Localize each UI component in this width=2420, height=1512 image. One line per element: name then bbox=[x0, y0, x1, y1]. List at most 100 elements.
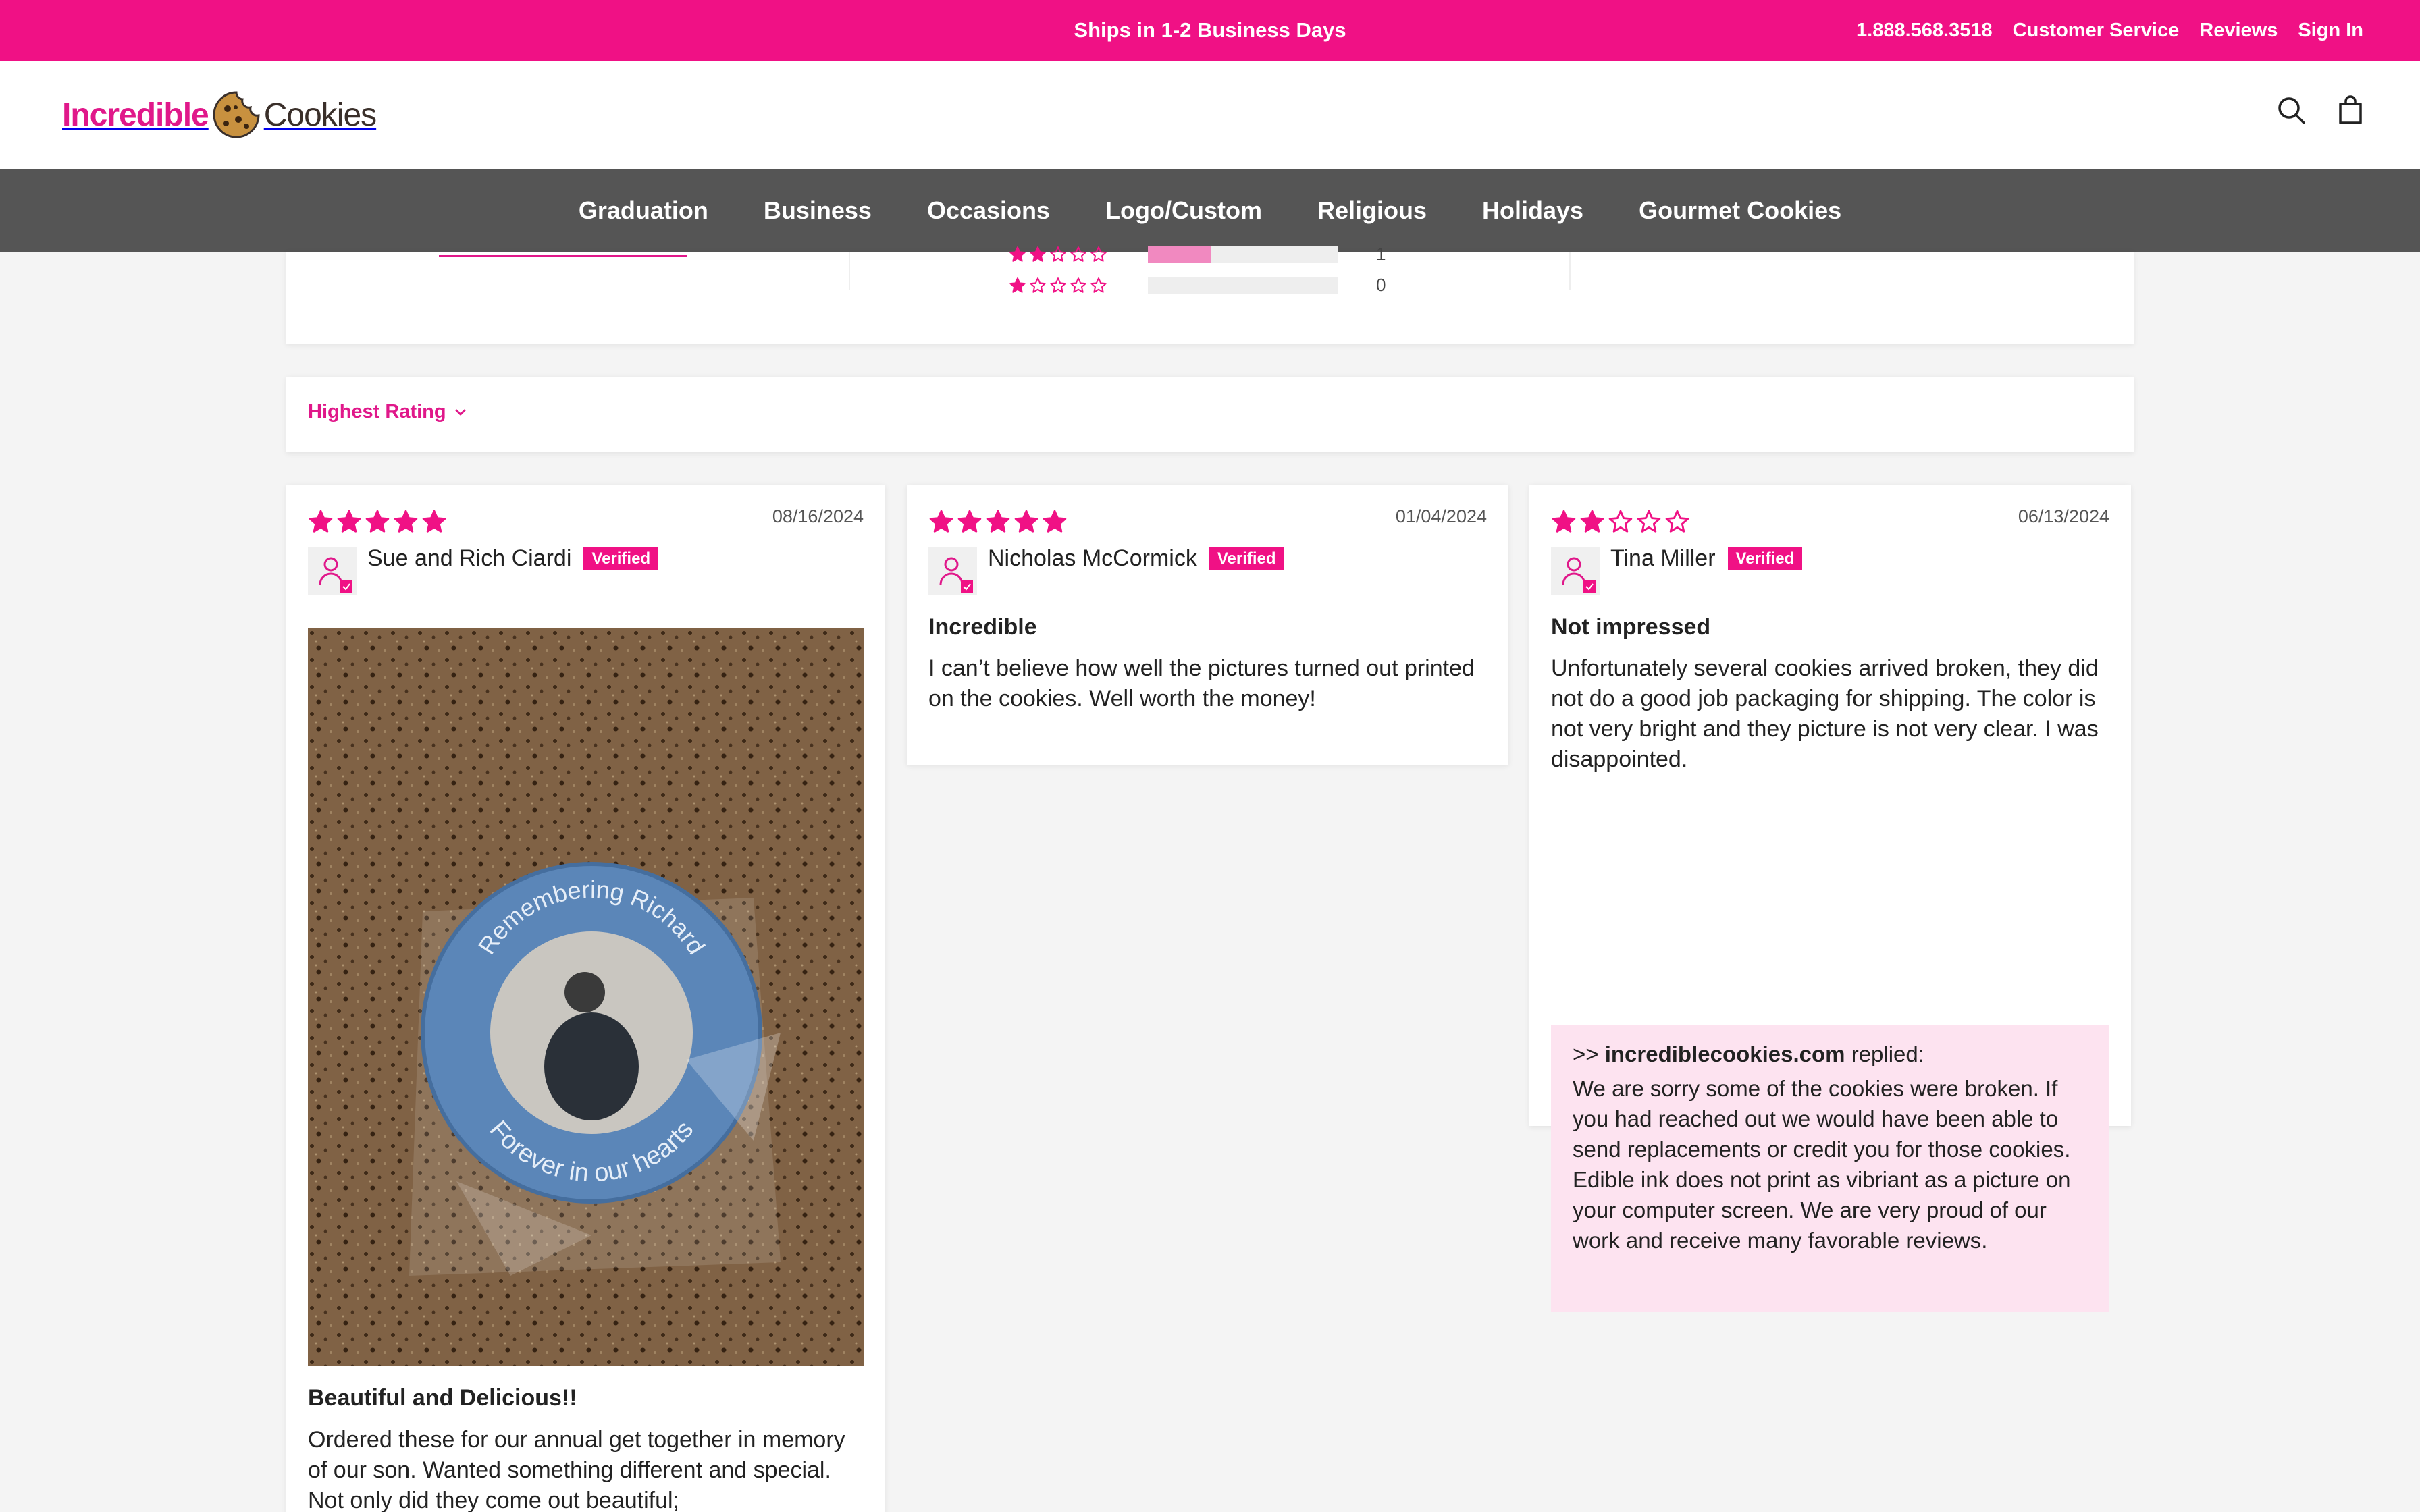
review-card: 08/16/2024 Sue and Rich Ciardi Verified bbox=[286, 485, 885, 1512]
nav-item-business[interactable]: Business bbox=[764, 196, 872, 225]
verified-badge: Verified bbox=[1727, 547, 1803, 570]
review-stars bbox=[928, 509, 1068, 535]
main-nav: Graduation Business Occasions Logo/Custo… bbox=[0, 169, 2420, 252]
rating-count: 1 bbox=[1376, 244, 1386, 264]
review-stars bbox=[308, 509, 447, 535]
top-links: 1.888.568.3518 Customer Service Reviews … bbox=[1856, 0, 2363, 61]
customer-service-link[interactable]: Customer Service bbox=[2013, 20, 2180, 42]
review-body: Unfortunately several cookies arrived br… bbox=[1551, 655, 2099, 772]
review-author-row: Tina Miller Verified bbox=[1610, 545, 1803, 572]
review-photo[interactable]: Remembering Richard Forever in our heart… bbox=[308, 628, 864, 1366]
review-title: Beautiful and Delicious!! bbox=[308, 1385, 577, 1411]
summary-divider bbox=[849, 252, 850, 290]
reply-header: >> incrediblecookies.com replied: bbox=[1573, 1035, 2088, 1073]
star-filled-icon bbox=[1030, 246, 1046, 262]
star-filled-icon bbox=[365, 510, 390, 533]
review-author: Sue and Rich Ciardi bbox=[367, 545, 572, 571]
reply-suffix: replied: bbox=[1851, 1042, 1924, 1066]
bag-icon[interactable] bbox=[2335, 94, 2366, 126]
review-date: 01/04/2024 bbox=[1395, 506, 1487, 526]
reply-prefix: >> bbox=[1573, 1042, 1599, 1066]
sort-label: Highest Rating bbox=[308, 401, 446, 423]
logo-word-1: Incredible bbox=[62, 97, 209, 133]
nav-item-holidays[interactable]: Holidays bbox=[1482, 196, 1583, 225]
star-filled-icon bbox=[929, 510, 953, 533]
chevron-down-icon bbox=[455, 409, 466, 415]
user-icon bbox=[939, 557, 973, 593]
nav-item-occasions[interactable]: Occasions bbox=[927, 196, 1050, 225]
star-empty-icon bbox=[1030, 277, 1046, 293]
review-date: 06/13/2024 bbox=[2018, 506, 2109, 526]
rating-bar-fill bbox=[1148, 246, 1211, 263]
write-review-link-underline[interactable] bbox=[439, 252, 687, 257]
review-author-row: Nicholas McCormick Verified bbox=[988, 545, 1284, 572]
reply-author: incrediblecookies.com bbox=[1604, 1042, 1845, 1066]
avatar bbox=[1551, 547, 1600, 595]
star-empty-icon bbox=[1608, 510, 1633, 533]
star-filled-icon bbox=[986, 510, 1010, 533]
rating-bar bbox=[1148, 277, 1338, 294]
star-filled-icon bbox=[1580, 510, 1604, 533]
verified-badge: Verified bbox=[583, 547, 659, 570]
star-row bbox=[1009, 246, 1107, 263]
star-filled-icon bbox=[394, 510, 418, 533]
cookie-photo-image: Remembering Richard Forever in our heart… bbox=[308, 628, 864, 1366]
review-card: 01/04/2024 Nicholas McCormick Verified I… bbox=[907, 485, 1508, 765]
nav-item-gourmet-cookies[interactable]: Gourmet Cookies bbox=[1639, 196, 1841, 225]
star-empty-icon bbox=[1070, 246, 1086, 262]
header-actions bbox=[2276, 94, 2366, 126]
star-filled-icon bbox=[1014, 510, 1038, 533]
star-filled-icon bbox=[337, 510, 361, 533]
star-empty-icon bbox=[1050, 246, 1066, 262]
top-promo-bar: Ships in 1-2 Business Days 1.888.568.351… bbox=[0, 0, 2420, 61]
rating-bar bbox=[1148, 246, 1338, 263]
sign-in-link[interactable]: Sign In bbox=[2298, 20, 2363, 42]
avatar bbox=[308, 547, 357, 595]
star-row bbox=[1009, 277, 1107, 294]
review-date: 08/16/2024 bbox=[772, 506, 864, 526]
site-logo[interactable]: Incredible Cookies bbox=[62, 86, 377, 143]
review-author: Tina Miller bbox=[1610, 545, 1716, 571]
review-author-row: Sue and Rich Ciardi Verified bbox=[367, 545, 659, 572]
star-empty-icon bbox=[1637, 510, 1661, 533]
review-body: Ordered these for our annual get togethe… bbox=[308, 1427, 845, 1512]
review-author: Nicholas McCormick bbox=[988, 545, 1197, 571]
star-empty-icon bbox=[1090, 246, 1107, 262]
rating-row-1-star[interactable]: 0 bbox=[1009, 275, 1386, 296]
reply-body: We are sorry some of the cookies were br… bbox=[1573, 1076, 2071, 1253]
rating-summary: 1 0 bbox=[286, 244, 2134, 344]
star-filled-icon bbox=[1552, 510, 1576, 533]
review-stars bbox=[1551, 509, 1690, 535]
nav-item-graduation[interactable]: Graduation bbox=[579, 196, 708, 225]
star-filled-icon bbox=[422, 510, 446, 533]
review-body: I can’t believe how well the pictures tu… bbox=[928, 655, 1475, 711]
rating-count: 0 bbox=[1376, 275, 1386, 295]
sort-dropdown[interactable]: Highest Rating bbox=[308, 401, 468, 423]
star-filled-icon bbox=[1009, 277, 1026, 293]
review-title: Not impressed bbox=[1551, 614, 1711, 640]
store-reply: >> incrediblecookies.com replied: We are… bbox=[1551, 1025, 2109, 1312]
verified-badge: Verified bbox=[1209, 547, 1284, 570]
star-empty-icon bbox=[1665, 510, 1689, 533]
user-icon bbox=[319, 557, 352, 593]
star-filled-icon bbox=[957, 510, 982, 533]
review-title: Incredible bbox=[928, 614, 1037, 640]
star-empty-icon bbox=[1070, 277, 1086, 293]
avatar bbox=[928, 547, 977, 595]
star-filled-icon bbox=[309, 510, 333, 533]
star-filled-icon bbox=[1009, 246, 1026, 262]
logo-word-2: Cookies bbox=[263, 97, 377, 133]
site-header: Incredible Cookies bbox=[0, 61, 2420, 169]
reviews-link[interactable]: Reviews bbox=[2199, 20, 2278, 42]
star-empty-icon bbox=[1090, 277, 1107, 293]
rating-row-2-stars[interactable]: 1 bbox=[1009, 244, 1386, 265]
summary-divider bbox=[1569, 252, 1571, 290]
star-empty-icon bbox=[1050, 277, 1066, 293]
nav-item-logo-custom[interactable]: Logo/Custom bbox=[1105, 196, 1262, 225]
search-icon[interactable] bbox=[2276, 94, 2307, 126]
phone-link[interactable]: 1.888.568.3518 bbox=[1856, 20, 1993, 42]
star-filled-icon bbox=[1043, 510, 1067, 533]
user-icon bbox=[1562, 557, 1596, 593]
sort-bar: Highest Rating bbox=[286, 377, 2134, 452]
nav-item-religious[interactable]: Religious bbox=[1317, 196, 1427, 225]
